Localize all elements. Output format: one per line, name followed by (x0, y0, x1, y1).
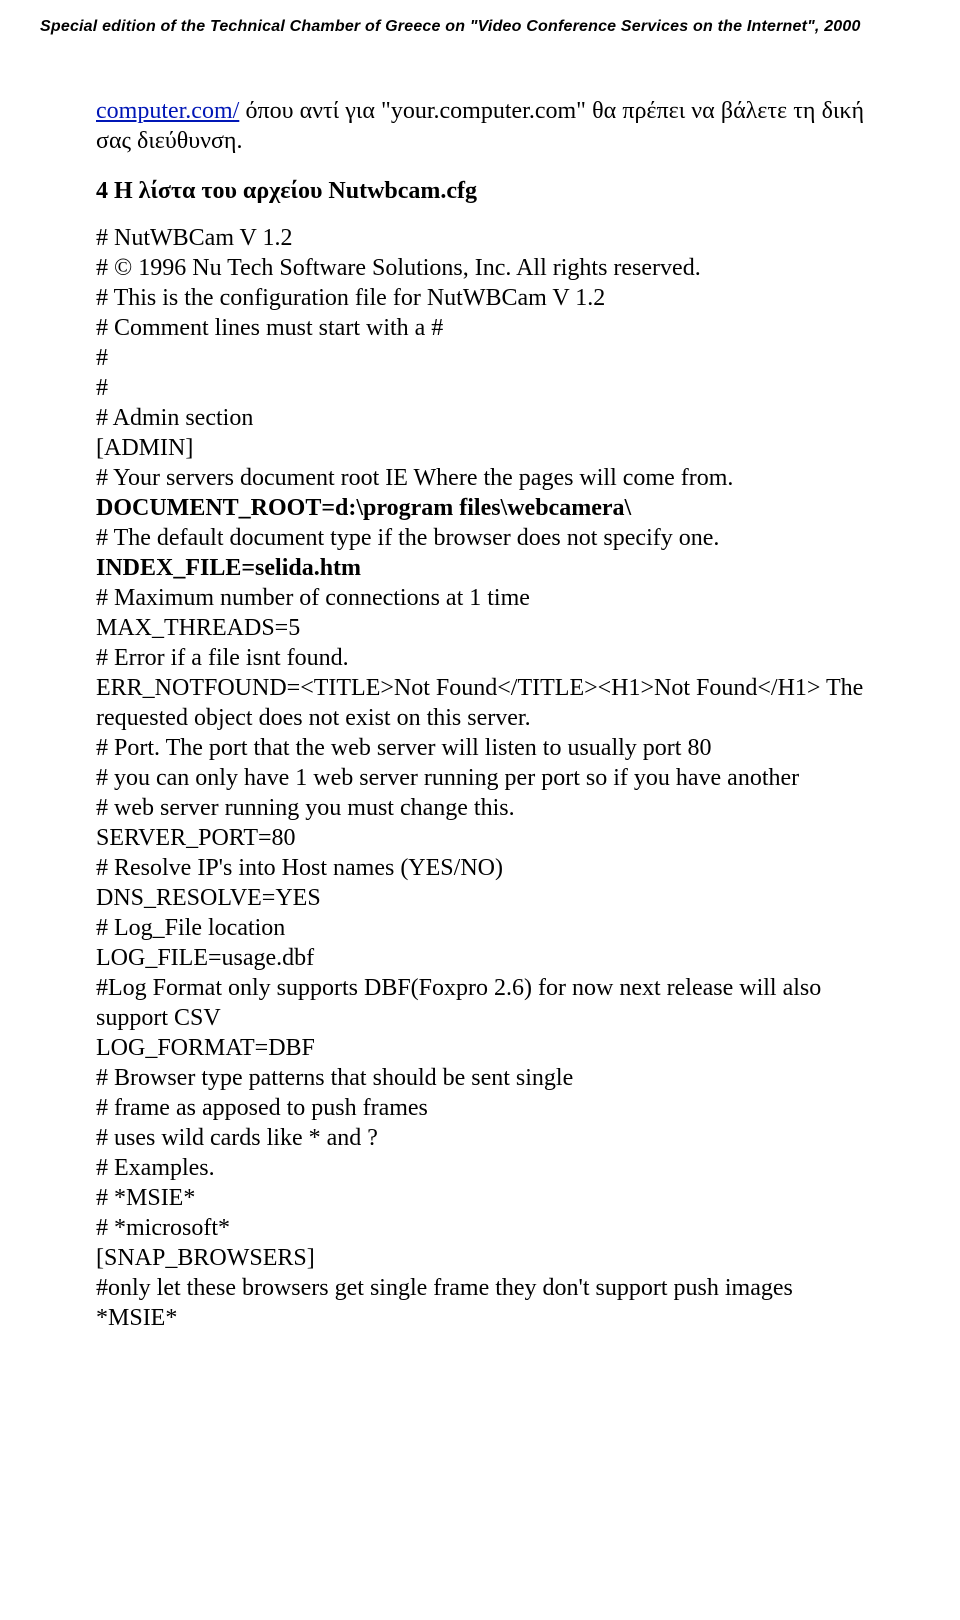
cfg-line: # Comment lines must start with a # (96, 313, 864, 343)
cfg-line: # web server running you must change thi… (96, 793, 864, 823)
cfg-line: # *MSIE* (96, 1183, 864, 1213)
cfg-line: LOG_FILE=usage.dbf (96, 943, 864, 973)
cfg-line: # Log_File location (96, 913, 864, 943)
cfg-line: # Your servers document root IE Where th… (96, 463, 864, 493)
cfg-line: # (96, 373, 864, 403)
cfg-line: # NutWBCam V 1.2 (96, 223, 864, 253)
section-title: 4 Η λίστα του αρχείου Nutwbcam.cfg (40, 178, 920, 205)
cfg-line: # Examples. (96, 1153, 864, 1183)
cfg-line: # *microsoft* (96, 1213, 864, 1243)
cfg-line: ERR_NOTFOUND=<TITLE>Not Found</TITLE><H1… (96, 673, 864, 733)
cfg-line: [ADMIN] (96, 433, 864, 463)
cfg-line: # Error if a file isnt found. (96, 643, 864, 673)
cfg-line: # This is the configuration file for Nut… (96, 283, 864, 313)
cfg-line: # (96, 343, 864, 373)
cfg-index-file: INDEX_FILE=selida.htm (96, 553, 864, 583)
page-header: Special edition of the Technical Chamber… (40, 18, 920, 36)
intro-paragraph: computer.com/ όπου αντί για "your.comput… (40, 96, 920, 156)
cfg-line: # Admin section (96, 403, 864, 433)
cfg-line: # frame as apposed to push frames (96, 1093, 864, 1123)
cfg-line: # Maximum number of connections at 1 tim… (96, 583, 864, 613)
cfg-line: SERVER_PORT=80 (96, 823, 864, 853)
cfg-line: DNS_RESOLVE=YES (96, 883, 864, 913)
cfg-document-root: DOCUMENT_ROOT=d:\program files\webcamera… (96, 493, 864, 523)
document-page: Special edition of the Technical Chamber… (0, 0, 960, 1373)
cfg-line: # Browser type patterns that should be s… (96, 1063, 864, 1093)
cfg-line: # The default document type if the brows… (96, 523, 864, 553)
cfg-line: # Port. The port that the web server wil… (96, 733, 864, 763)
cfg-line: [SNAP_BROWSERS] (96, 1243, 864, 1273)
computer-com-link[interactable]: computer.com/ (96, 98, 239, 124)
cfg-line: *MSIE* (96, 1303, 864, 1333)
cfg-line: #Log Format only supports DBF(Foxpro 2.6… (96, 973, 864, 1033)
cfg-line: LOG_FORMAT=DBF (96, 1033, 864, 1063)
cfg-line: # uses wild cards like * and ? (96, 1123, 864, 1153)
cfg-line: # © 1996 Nu Tech Software Solutions, Inc… (96, 253, 864, 283)
cfg-line: # you can only have 1 web server running… (96, 763, 864, 793)
cfg-line: MAX_THREADS=5 (96, 613, 864, 643)
cfg-line: # Resolve IP's into Host names (YES/NO) (96, 853, 864, 883)
cfg-line: #only let these browsers get single fram… (96, 1273, 864, 1303)
config-block: # NutWBCam V 1.2 # © 1996 Nu Tech Softwa… (40, 223, 920, 1333)
